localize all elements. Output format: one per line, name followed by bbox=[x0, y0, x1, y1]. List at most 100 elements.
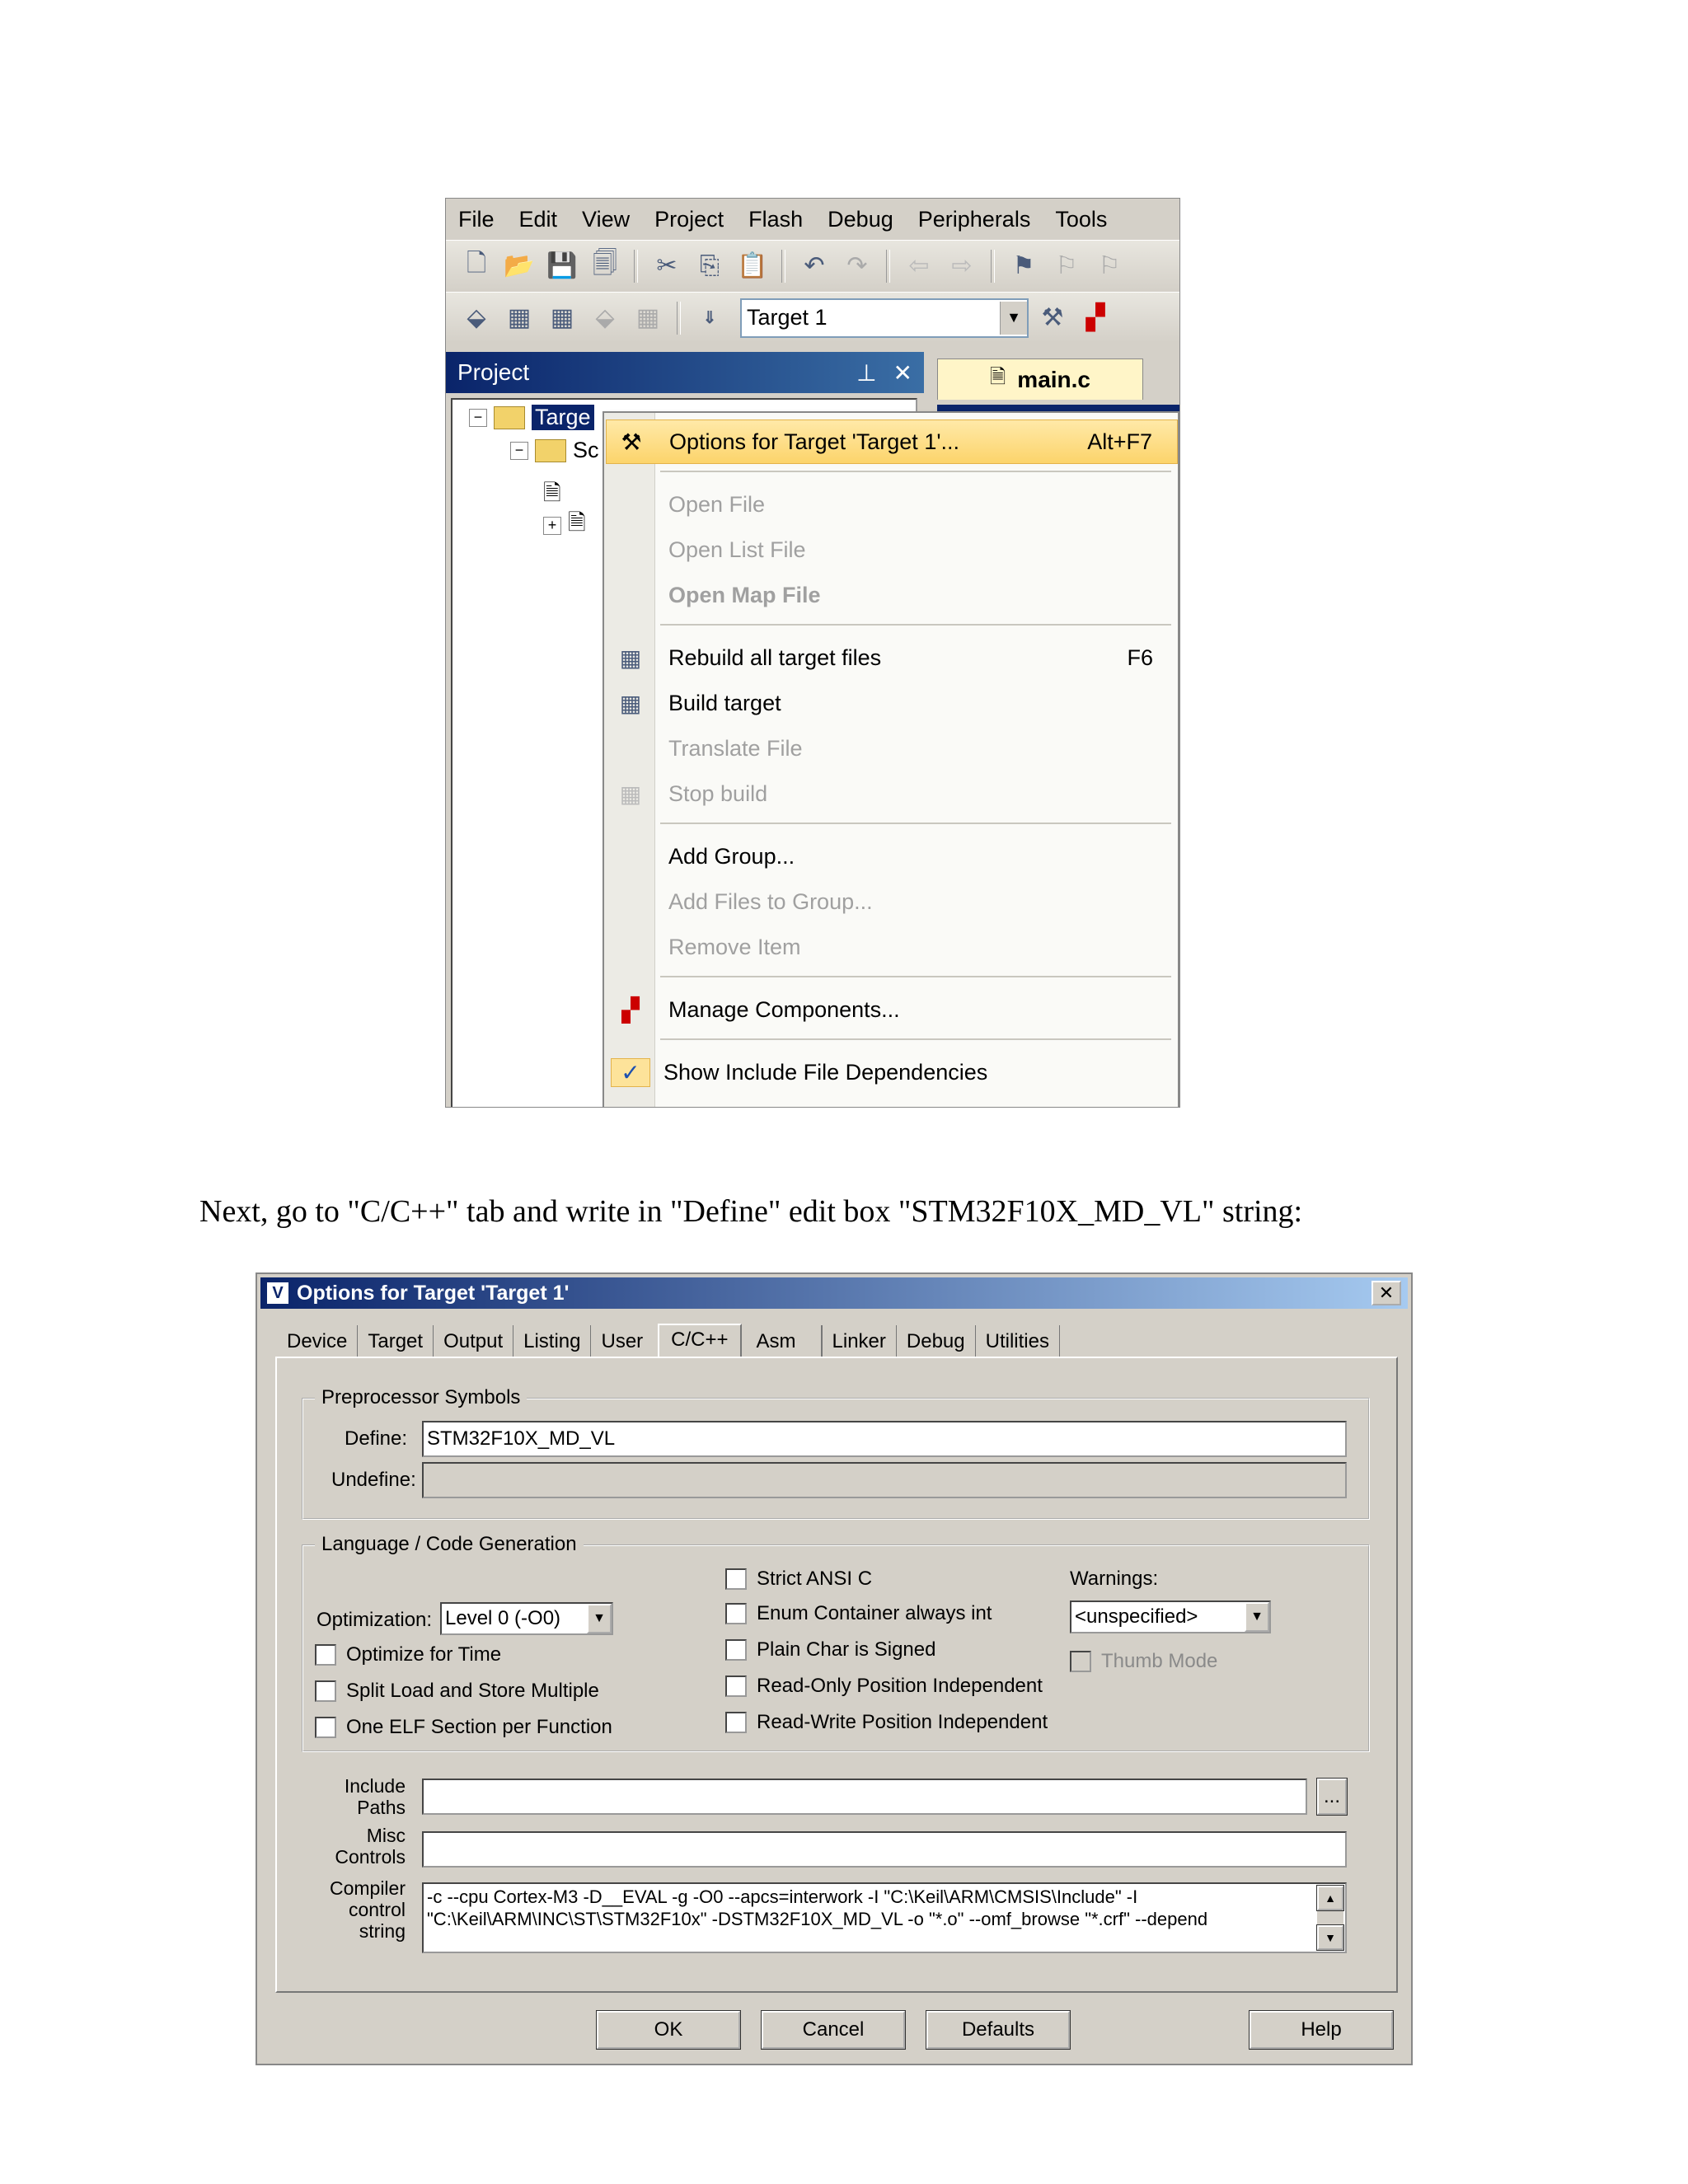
menu-add-group[interactable]: Add Group... bbox=[606, 834, 1178, 879]
scroll-up-icon[interactable]: ▲ bbox=[1316, 1885, 1344, 1911]
context-menu: ⚒ Options for Target 'Target 1'... Alt+F… bbox=[603, 411, 1179, 1107]
scrollbar[interactable]: ▲ ▼ bbox=[1316, 1885, 1344, 1951]
menu-peripherals[interactable]: Peripherals bbox=[906, 199, 1043, 240]
menu-open-file[interactable]: Open File bbox=[606, 482, 1178, 527]
menu-open-map-file[interactable]: Open Map File bbox=[606, 573, 1178, 617]
new-file-icon[interactable]: 🗋 bbox=[457, 247, 495, 285]
menu-remove-item[interactable]: Remove Item bbox=[606, 925, 1178, 969]
standard-toolbar: 🗋 📂 💾 🗐 ✂ ⎘ 📋 ↶ ↷ ⇦ ⇨ ⚑ ⚐ ⚐ bbox=[446, 240, 1179, 291]
define-label: Define: bbox=[345, 1427, 408, 1450]
menu-show-include-deps[interactable]: ✓ Show Include File Dependencies bbox=[606, 1050, 1178, 1094]
menu-rebuild-all[interactable]: ▦ Rebuild all target files F6 bbox=[606, 635, 1178, 680]
expand-icon[interactable]: + bbox=[543, 517, 561, 535]
menu-view[interactable]: View bbox=[570, 199, 642, 240]
defaults-button[interactable]: Defaults bbox=[926, 2010, 1071, 2050]
tab-asm[interactable]: Asm bbox=[747, 1325, 822, 1358]
open-folder-icon[interactable]: 📂 bbox=[500, 247, 538, 285]
undo-icon[interactable]: ↶ bbox=[795, 247, 833, 285]
batch-build-icon[interactable]: ⬙ bbox=[586, 299, 624, 337]
close-icon[interactable]: ✕ bbox=[1372, 1281, 1401, 1305]
bookmark-icon[interactable]: ⚑ bbox=[1005, 247, 1043, 285]
load-icon[interactable]: ⇓ bbox=[691, 299, 729, 337]
menu-options-for-target[interactable]: ⚒ Options for Target 'Target 1'... Alt+F… bbox=[606, 419, 1178, 464]
scroll-down-icon[interactable]: ▼ bbox=[1316, 1924, 1344, 1951]
thumb-mode-checkbox[interactable]: Thumb Mode bbox=[1070, 1650, 1217, 1673]
tab-output[interactable]: Output bbox=[434, 1325, 514, 1358]
browse-include-paths-button[interactable]: ... bbox=[1316, 1778, 1348, 1816]
stop-build-icon: ▦ bbox=[619, 780, 642, 807]
copy-icon[interactable]: ⎘ bbox=[691, 247, 729, 285]
one-elf-section-checkbox[interactable]: One ELF Section per Function bbox=[315, 1716, 612, 1739]
rw-position-independent-checkbox[interactable]: Read-Write Position Independent bbox=[725, 1711, 1048, 1734]
menu-debug[interactable]: Debug bbox=[815, 199, 906, 240]
define-input[interactable]: STM32F10X_MD_VL bbox=[422, 1421, 1347, 1457]
optimize-for-time-checkbox[interactable]: Optimize for Time bbox=[315, 1643, 501, 1666]
tab-user[interactable]: User bbox=[591, 1325, 653, 1358]
bookmark-next-icon[interactable]: ⚐ bbox=[1090, 247, 1128, 285]
rebuild-icon[interactable]: ▦ bbox=[543, 299, 581, 337]
tab-linker[interactable]: Linker bbox=[821, 1325, 897, 1358]
collapse-icon[interactable]: − bbox=[469, 408, 487, 427]
tab-main-c[interactable]: 🗎 main.c bbox=[937, 359, 1143, 400]
menu-build-target[interactable]: ▦ Build target bbox=[606, 681, 1178, 725]
enum-container-checkbox[interactable]: Enum Container always int bbox=[725, 1602, 992, 1625]
build-icon[interactable]: ▦ bbox=[500, 299, 538, 337]
nav-back-icon[interactable]: ⇦ bbox=[900, 247, 938, 285]
stop-build-icon[interactable]: ▦ bbox=[629, 299, 667, 337]
cancel-button[interactable]: Cancel bbox=[761, 2010, 906, 2050]
pin-icon[interactable]: ⊥ bbox=[856, 359, 876, 387]
translate-icon[interactable]: ⬙ bbox=[457, 299, 495, 337]
tab-debug[interactable]: Debug bbox=[897, 1325, 976, 1358]
paste-icon[interactable]: 📋 bbox=[734, 247, 771, 285]
dialog-title-bar: Options for Target 'Target 1' bbox=[260, 1277, 1408, 1309]
optimization-select[interactable]: Level 0 (-O0) ▼ bbox=[440, 1602, 613, 1635]
menu-open-list-file[interactable]: Open List File bbox=[606, 527, 1178, 572]
tab-device[interactable]: Device bbox=[277, 1325, 359, 1358]
close-icon[interactable]: ✕ bbox=[893, 359, 912, 387]
menu-manage-components[interactable]: ▞ Manage Components... bbox=[606, 987, 1178, 1032]
nav-forward-icon[interactable]: ⇨ bbox=[943, 247, 981, 285]
compiler-control-string[interactable]: -c --cpu Cortex-M3 -D__EVAL -g -O0 --apc… bbox=[422, 1882, 1347, 1953]
manage-components-icon[interactable]: ▞ bbox=[1076, 299, 1114, 337]
target-select[interactable]: Target 1 ▼ bbox=[740, 298, 1029, 338]
dialog-title: Options for Target 'Target 1' bbox=[297, 1281, 570, 1305]
target-options-icon[interactable]: ⚒ bbox=[1034, 299, 1071, 337]
menu-edit[interactable]: Edit bbox=[507, 199, 570, 240]
plain-char-signed-checkbox[interactable]: Plain Char is Signed bbox=[725, 1638, 935, 1661]
include-paths-label: Include Paths bbox=[344, 1775, 406, 1818]
save-all-icon[interactable]: 🗐 bbox=[586, 247, 624, 285]
ok-button[interactable]: OK bbox=[596, 2010, 741, 2050]
tree-target-row[interactable]: − Targe bbox=[469, 405, 594, 430]
tree-file-row[interactable]: + 🗎 bbox=[543, 507, 586, 545]
undefine-input[interactable] bbox=[422, 1462, 1347, 1498]
tab-utilities[interactable]: Utilities bbox=[976, 1325, 1060, 1358]
menu-translate-file[interactable]: Translate File bbox=[606, 726, 1178, 771]
include-paths-input[interactable] bbox=[422, 1779, 1307, 1815]
menu-tools[interactable]: Tools bbox=[1043, 199, 1119, 240]
ro-position-independent-checkbox[interactable]: Read-Only Position Independent bbox=[725, 1675, 1043, 1698]
split-load-store-checkbox[interactable]: Split Load and Store Multiple bbox=[315, 1680, 599, 1703]
menu-file[interactable]: File bbox=[446, 199, 507, 240]
tab-listing[interactable]: Listing bbox=[513, 1325, 592, 1358]
help-button[interactable]: Help bbox=[1249, 2010, 1394, 2050]
compiler-control-string-label: Compiler control string bbox=[329, 1877, 406, 1942]
menu-flash[interactable]: Flash bbox=[736, 199, 815, 240]
menu-project[interactable]: Project bbox=[642, 199, 736, 240]
chevron-down-icon: ▼ bbox=[1245, 1602, 1269, 1632]
warnings-select[interactable]: <unspecified> ▼ bbox=[1070, 1601, 1271, 1633]
menu-stop-build[interactable]: ▦ Stop build bbox=[606, 771, 1178, 816]
manage-components-icon: ▞ bbox=[621, 996, 640, 1023]
warnings-value: <unspecified> bbox=[1075, 1605, 1198, 1628]
menu-add-files-to-group[interactable]: Add Files to Group... bbox=[606, 879, 1178, 924]
misc-controls-input[interactable] bbox=[422, 1831, 1347, 1868]
cut-icon[interactable]: ✂ bbox=[648, 247, 686, 285]
tab-c-cpp[interactable]: C/C++ bbox=[658, 1324, 742, 1358]
misc-controls-label: Misc Controls bbox=[335, 1825, 406, 1868]
redo-icon[interactable]: ↷ bbox=[838, 247, 876, 285]
save-icon[interactable]: 💾 bbox=[543, 247, 581, 285]
strict-ansi-c-checkbox[interactable]: Strict ANSI C bbox=[725, 1568, 872, 1591]
bookmark-prev-icon[interactable]: ⚐ bbox=[1048, 247, 1085, 285]
tree-group-row[interactable]: − Sc bbox=[510, 438, 599, 463]
tab-target[interactable]: Target bbox=[358, 1325, 434, 1358]
collapse-icon[interactable]: − bbox=[510, 441, 528, 460]
